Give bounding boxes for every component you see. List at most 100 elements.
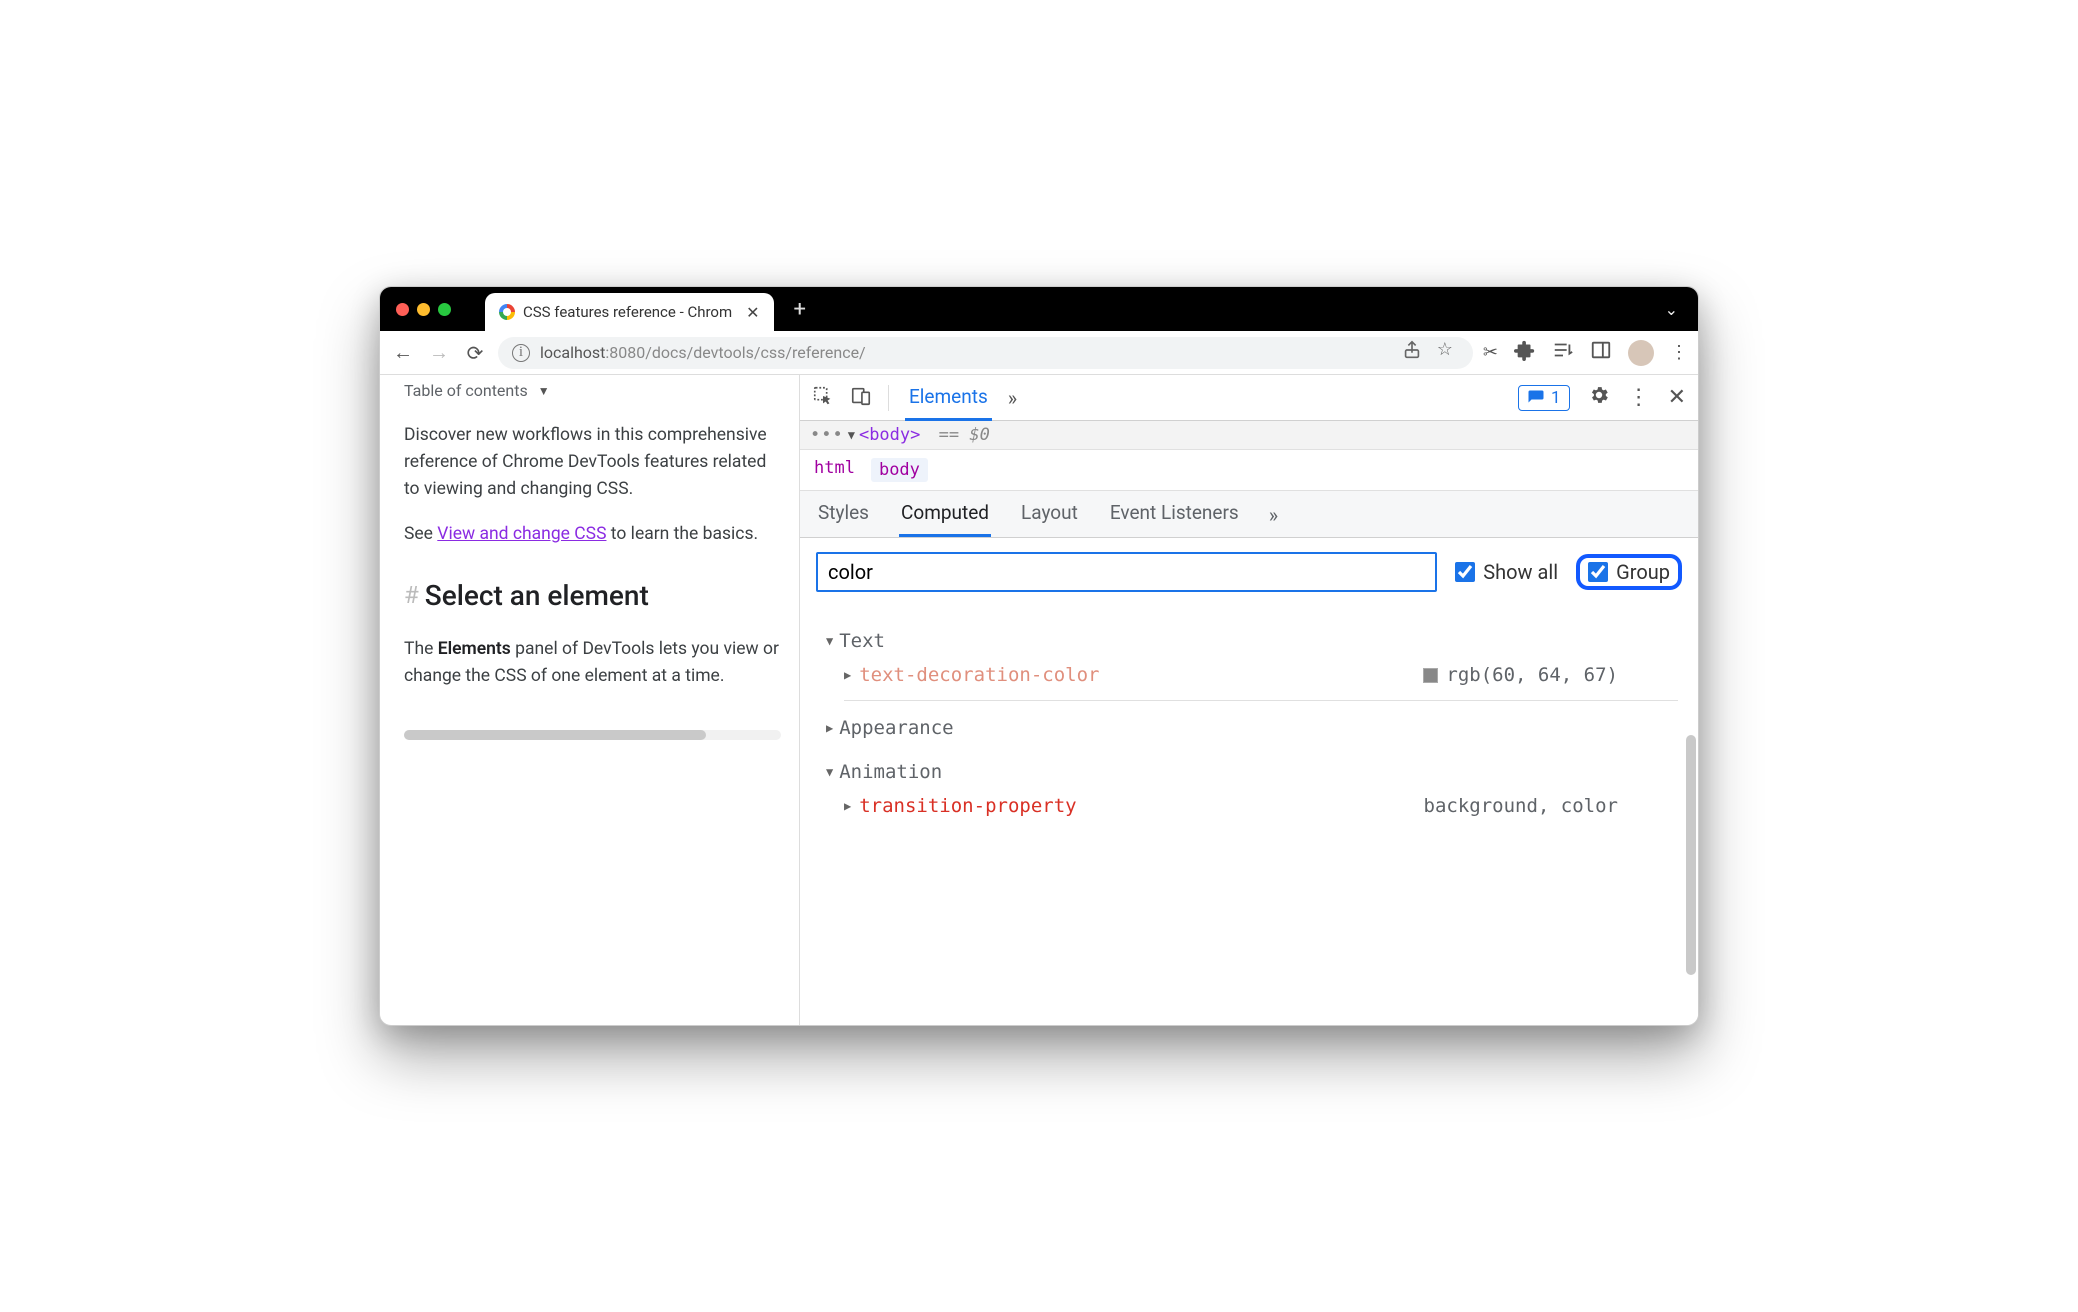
show-all-checkbox-input[interactable] [1455,562,1475,582]
breadcrumb-html[interactable]: html [814,458,855,482]
browser-tab[interactable]: CSS features reference - Chrom ✕ [485,293,774,331]
back-button[interactable]: ← [390,340,416,365]
maximize-window-button[interactable] [438,303,451,316]
share-icon[interactable] [1401,339,1423,366]
dom-tag: <body> [859,425,920,445]
site-info-icon[interactable]: i [512,344,530,362]
anchor-hash-icon[interactable]: # [404,577,419,614]
scrollbar-thumb[interactable] [404,730,706,740]
dom-ellipsis: ••• [810,425,844,445]
devtools-panel: Elements » 1 ⋮ ✕ •• [800,375,1698,1025]
forward-button[interactable]: → [426,340,452,365]
device-toolbar-icon[interactable] [850,385,872,411]
group-appearance-header[interactable]: ▶ Appearance [826,711,1678,745]
group-animation: ▼ Animation ▶ transition-property backgr… [826,755,1678,823]
close-window-button[interactable] [396,303,409,316]
prop-name: text-decoration-color [859,664,1099,686]
body-bold: Elements [438,639,511,659]
triangle-right-icon: ▶ [826,721,833,735]
url-text: localhost:8080/docs/devtools/css/referen… [540,343,866,362]
prop-value-text: background, color [1424,795,1618,817]
section-heading: # Select an element [404,574,781,617]
minimize-window-button[interactable] [417,303,430,316]
group-text-header[interactable]: ▼ Text [826,624,1678,658]
prop-name: transition-property [859,795,1076,817]
window-controls [390,303,469,316]
triangle-down-icon: ▼ [826,765,833,779]
browser-toolbar: ← → ⟳ i localhost:8080/docs/devtools/css… [380,331,1698,375]
subtab-event-listeners[interactable]: Event Listeners [1108,491,1241,537]
tabs-dropdown-button[interactable]: ⌄ [1665,300,1688,319]
group-appearance: ▶ Appearance [826,711,1678,745]
prop-value: background, color [1424,795,1678,817]
table-of-contents-toggle[interactable]: Table of contents ▼ [404,375,781,404]
content-area: Table of contents ▼ Discover new workflo… [380,375,1698,1025]
see-prefix: See [404,524,437,544]
side-panel-icon[interactable] [1590,339,1612,366]
vertical-scrollbar[interactable] [1686,735,1696,975]
prop-transition-property[interactable]: ▶ transition-property background, color [826,789,1678,823]
group-text-label: Text [839,630,885,652]
group-animation-label: Animation [839,761,942,783]
filter-input[interactable] [816,552,1437,592]
dom-selected-element[interactable]: ••• ▼ <body> == $0 [800,421,1698,450]
color-swatch-icon[interactable] [1423,668,1438,683]
issues-button[interactable]: 1 [1518,385,1570,411]
subtab-layout[interactable]: Layout [1019,491,1080,537]
address-bar[interactable]: i localhost:8080/docs/devtools/css/refer… [498,337,1473,369]
scissors-icon[interactable]: ✂ [1483,342,1498,363]
page-content: Table of contents ▼ Discover new workflo… [380,375,800,1025]
settings-icon[interactable] [1588,384,1610,412]
subtab-styles[interactable]: Styles [816,491,871,537]
intro-paragraph: Discover new workflows in this comprehen… [404,422,781,503]
show-all-checkbox[interactable]: Show all [1455,560,1558,584]
reading-list-icon[interactable] [1552,339,1574,366]
tab-elements[interactable]: Elements [905,375,992,421]
group-animation-header[interactable]: ▼ Animation [826,755,1678,789]
new-tab-button[interactable]: + [784,297,816,322]
issues-count: 1 [1551,388,1561,408]
issues-icon [1527,389,1545,407]
body-paragraph: The Elements panel of DevTools lets you … [404,636,781,690]
tab-strip: CSS features reference - Chrom ✕ + ⌄ [380,287,1698,331]
profile-avatar[interactable] [1628,340,1654,366]
horizontal-scrollbar[interactable] [404,730,781,740]
prop-value-text: rgb(60, 64, 67) [1446,664,1618,686]
prop-text-decoration-color[interactable]: ▶ text-decoration-color rgb(60, 64, 67) [826,658,1678,692]
chrome-favicon-icon [499,304,515,320]
see-paragraph: See View and change CSS to learn the bas… [404,521,781,548]
triangle-right-icon: ▶ [844,668,851,682]
heading-text: Select an element [425,574,649,617]
chevron-down-icon: ▼ [538,382,550,401]
triangle-down-icon: ▼ [848,428,855,442]
subtab-computed[interactable]: Computed [899,491,991,537]
show-all-label: Show all [1483,560,1558,584]
url-host: localhost [540,343,605,362]
prop-value: rgb(60, 64, 67) [1423,664,1678,686]
reload-button[interactable]: ⟳ [462,341,488,365]
computed-properties: ▼ Text ▶ text-decoration-color rgb(60, 6… [800,606,1698,853]
browser-menu-button[interactable]: ⋮ [1670,342,1688,363]
breadcrumb-body[interactable]: body [871,458,928,482]
triangle-right-icon: ▶ [844,799,851,813]
group-checkbox-input[interactable] [1588,562,1608,582]
group-appearance-label: Appearance [839,717,953,739]
toc-label: Table of contents [404,379,528,404]
devtools-main-toolbar: Elements » 1 ⋮ ✕ [800,375,1698,421]
dom-breadcrumbs: html body [800,450,1698,491]
more-subtabs-button[interactable]: » [1269,493,1278,537]
extensions-icon[interactable] [1514,339,1536,366]
close-tab-button[interactable]: ✕ [746,303,759,322]
close-devtools-button[interactable]: ✕ [1668,385,1686,410]
tab-title: CSS features reference - Chrom [523,303,732,321]
devtools-menu-button[interactable]: ⋮ [1628,385,1650,410]
bookmark-icon[interactable]: ☆ [1437,339,1453,366]
group-text: ▼ Text ▶ text-decoration-color rgb(60, 6… [826,624,1678,701]
browser-window: CSS features reference - Chrom ✕ + ⌄ ← →… [379,286,1699,1026]
more-tabs-button[interactable]: » [1008,386,1017,410]
view-change-css-link[interactable]: View and change CSS [437,524,606,544]
inspect-element-icon[interactable] [812,385,834,411]
body-prefix: The [404,639,438,659]
group-checkbox[interactable]: Group [1576,554,1682,590]
divider [844,700,1678,701]
